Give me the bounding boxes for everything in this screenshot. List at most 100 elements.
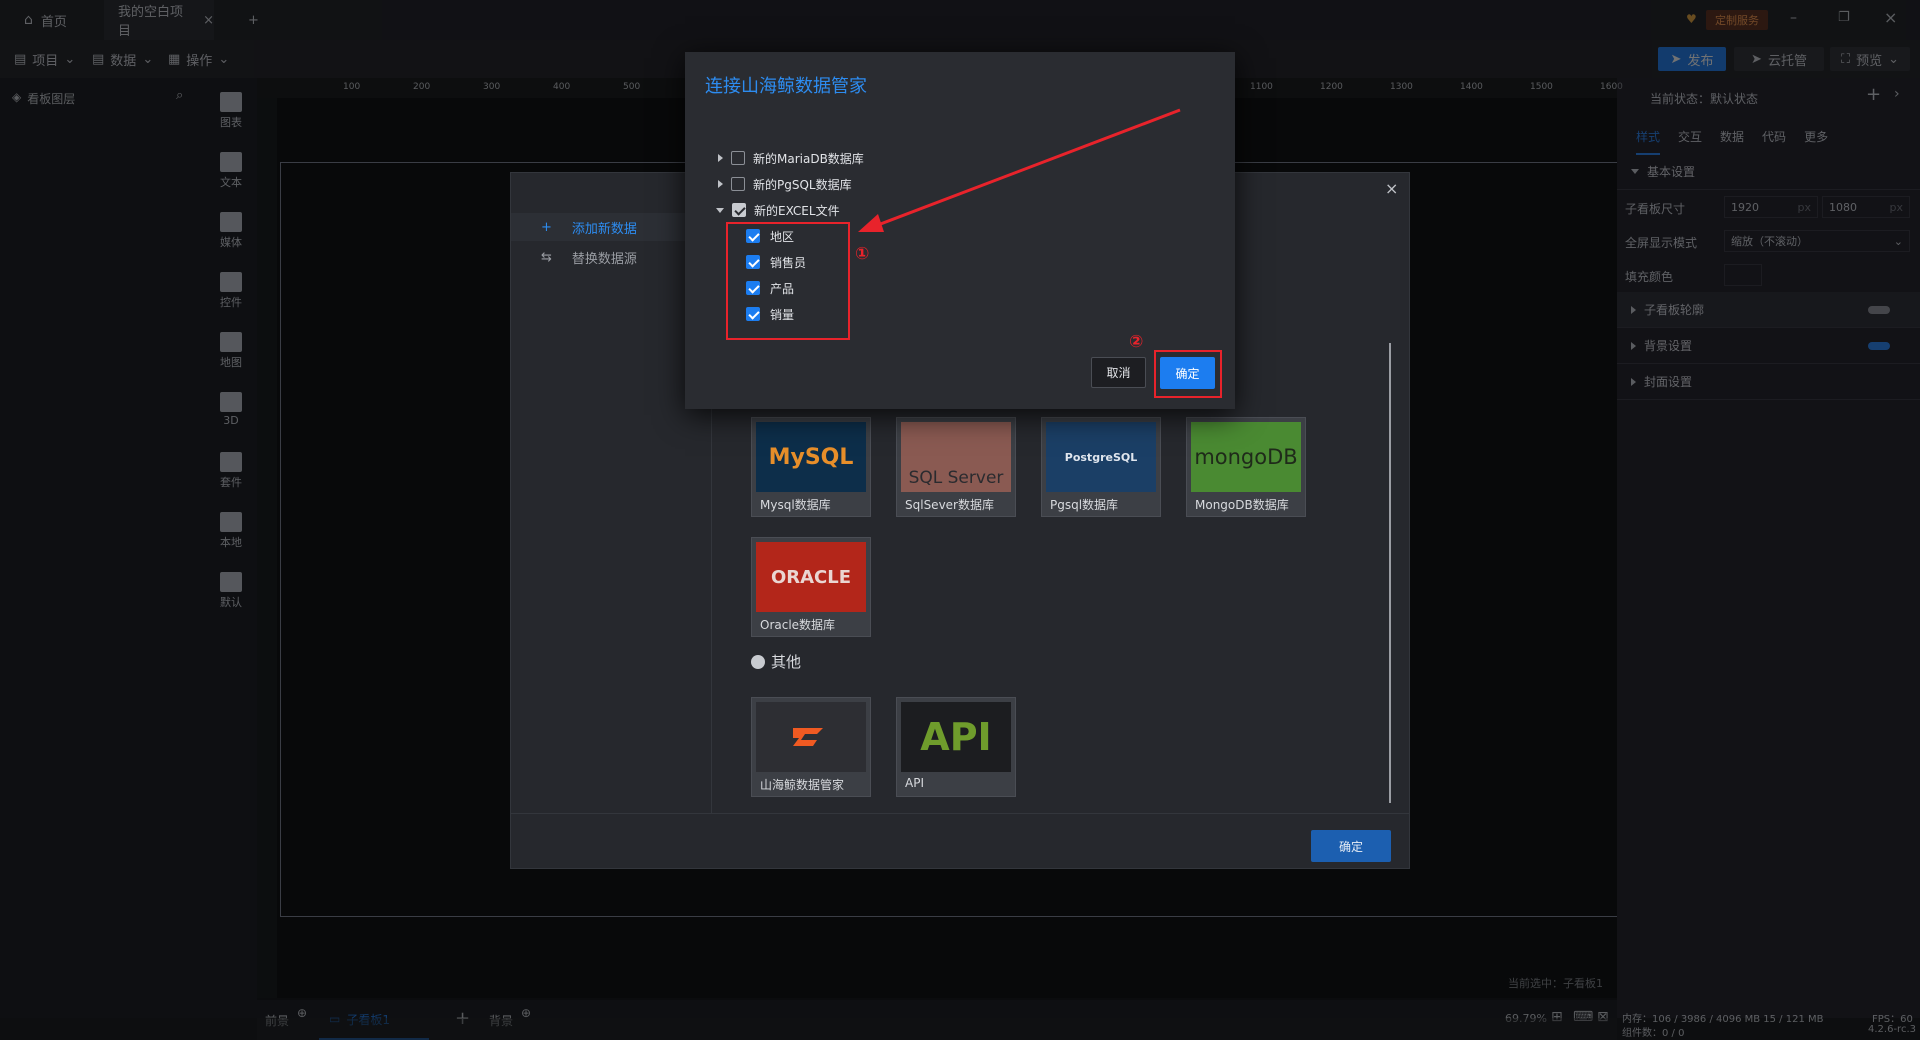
fullscreen-mode-select[interactable]: 缩放（不滚动） ⌄: [1724, 230, 1910, 252]
db-card-oracle[interactable]: ORACLE Oracle数据库: [751, 537, 871, 637]
add-state-icon[interactable]: +: [1866, 84, 1881, 105]
height-input[interactable]: 1080 px: [1822, 196, 1910, 218]
current-state-label: 当前状态：默认状态: [1650, 92, 1759, 106]
component-media[interactable]: 媒体: [205, 212, 257, 250]
version-label: 4.2.6-rc.3: [1868, 1024, 1916, 1035]
background-toggle[interactable]: [1868, 341, 1890, 350]
component-kit[interactable]: 套件: [205, 452, 257, 490]
new-tab-button[interactable]: +: [248, 0, 259, 40]
grid-icon: ▦: [168, 51, 181, 67]
close-tab-icon[interactable]: ×: [203, 13, 214, 28]
width-input[interactable]: 1920 px: [1724, 196, 1818, 218]
component-default[interactable]: 默认: [205, 572, 257, 610]
component-map-label: 地图: [220, 356, 242, 369]
component-3d[interactable]: 3D: [205, 392, 257, 427]
property-tabs: 样式 交互 数据 代码 更多: [1636, 128, 1828, 155]
component-chart[interactable]: 图表: [205, 92, 257, 130]
preview-button[interactable]: ⛶ 预览 ⌄: [1830, 47, 1910, 71]
confirm-button[interactable]: 确定: [1160, 357, 1215, 389]
source-row-excel[interactable]: 新的EXCEL文件: [716, 199, 840, 221]
tab-code[interactable]: 代码: [1762, 128, 1786, 155]
component-control[interactable]: 控件: [205, 272, 257, 310]
cloud-hosting-button[interactable]: ➤ 云托管: [1734, 47, 1824, 71]
sub-outline-section[interactable]: 子看板轮廓: [1617, 292, 1920, 328]
layer-panel: ◈ 看板图层 ⌕: [0, 78, 205, 1018]
sqlserver-logo: SQL Server: [901, 422, 1011, 492]
expand-arrow-icon[interactable]: [718, 180, 723, 188]
basic-settings-section[interactable]: 基本设置: [1617, 154, 1920, 190]
minimize-icon[interactable]: –: [1790, 10, 1804, 26]
height-value: 1080: [1829, 200, 1857, 214]
dialog-scrollbar[interactable]: [1389, 343, 1391, 803]
source-row-pgsql[interactable]: 新的PgSQL数据库: [718, 173, 852, 195]
other-section-heading: 其他: [751, 651, 801, 672]
replace-source-item[interactable]: ⇆ 替换数据源: [511, 243, 711, 271]
outline-toggle[interactable]: [1868, 305, 1890, 314]
tab-data[interactable]: 数据: [1720, 128, 1744, 155]
component-text-label: 文本: [220, 176, 242, 189]
close-window-icon[interactable]: ×: [1884, 8, 1898, 27]
db-card-mongodb[interactable]: mongoDB MongoDB数据库: [1186, 417, 1306, 517]
publish-label: 发布: [1687, 53, 1714, 69]
cover-settings-section[interactable]: 封面设置: [1617, 364, 1920, 400]
fullscreen-mode-label: 全屏显示模式: [1625, 236, 1698, 250]
excel-checkbox[interactable]: [732, 203, 746, 217]
ruler-tick: 100: [343, 82, 361, 92]
db-card-sqlserver[interactable]: SQL Server SqlSever数据库: [896, 417, 1016, 517]
chart-icon: [220, 572, 242, 592]
send-icon: ➤: [1751, 51, 1762, 67]
component-3d-label: 3D: [223, 414, 239, 427]
tab-more[interactable]: 更多: [1804, 128, 1828, 155]
media-icon: [220, 212, 242, 232]
chevron-down-icon: ⌄: [1893, 234, 1903, 248]
db-card-label: SqlSever数据库: [905, 498, 994, 512]
db-card-postgresql[interactable]: PostgreSQL Pgsql数据库: [1041, 417, 1161, 517]
source-label: 新的PgSQL数据库: [753, 177, 852, 192]
source-row-mariadb[interactable]: 新的MariaDB数据库: [718, 147, 864, 169]
pgsql-checkbox[interactable]: [731, 177, 745, 191]
tab-interaction[interactable]: 交互: [1678, 128, 1702, 155]
tab-style[interactable]: 样式: [1636, 128, 1661, 155]
publish-button[interactable]: ➤ 发布: [1658, 47, 1726, 71]
db-card-api[interactable]: API API: [896, 697, 1016, 797]
background-settings-section[interactable]: 背景设置: [1617, 328, 1920, 364]
menu-data[interactable]: ▤ 数据 ⌄: [92, 40, 153, 78]
project-tab-label: 我的空白项目: [118, 5, 184, 39]
home-tab[interactable]: ⌂ 首页: [24, 0, 67, 40]
chevron-down-icon: [1631, 169, 1639, 174]
component-text[interactable]: 文本: [205, 152, 257, 190]
cancel-button[interactable]: 取消: [1091, 357, 1146, 388]
db-card-label: 山海鲸数据管家: [760, 778, 845, 792]
chevron-down-icon: ⌄: [1888, 51, 1900, 67]
db-card-mysql[interactable]: MySQL Mysql数据库: [751, 417, 871, 517]
source-label: 新的MariaDB数据库: [753, 151, 864, 166]
project-tab[interactable]: 我的空白项目 ×: [104, 0, 214, 40]
db-card-shj-data-manager[interactable]: 山海鲸数据管家: [751, 697, 871, 797]
data-icon: ▤: [92, 51, 105, 67]
chevron-right-icon[interactable]: ›: [1894, 86, 1900, 102]
menu-operation[interactable]: ▦ 操作 ⌄: [168, 40, 229, 78]
add-new-data-item[interactable]: + 添加新数据: [511, 213, 711, 241]
component-kit-label: 套件: [220, 476, 242, 489]
mariadb-checkbox[interactable]: [731, 151, 745, 165]
expand-arrow-icon[interactable]: [718, 154, 723, 162]
close-dialog-icon[interactable]: ×: [1385, 179, 1398, 198]
menu-project[interactable]: ▤ 项目 ⌄: [14, 40, 75, 78]
properties-panel: [1617, 78, 1920, 1018]
component-local[interactable]: 本地: [205, 512, 257, 550]
current-selected-text: 当前选中：子看板1: [1508, 977, 1603, 990]
plus-icon: +: [541, 219, 552, 235]
restore-icon[interactable]: ❐: [1838, 10, 1852, 25]
title-bar: ⌂ 首页 我的空白项目 × + ♥ 定制服务 – ❐ ×: [0, 0, 1920, 40]
custom-service-badge[interactable]: 定制服务: [1706, 10, 1768, 30]
fps-counter: FPS：60: [1872, 1014, 1913, 1025]
dialog-footer-divider: [511, 813, 1409, 814]
ruler-tick: 500: [623, 82, 641, 92]
fill-color-picker[interactable]: [1724, 264, 1762, 286]
component-default-label: 默认: [220, 596, 242, 609]
data-source-confirm-button[interactable]: 确定: [1311, 830, 1391, 862]
collapse-arrow-icon[interactable]: [716, 207, 724, 213]
vertical-ruler: [257, 98, 277, 998]
component-map[interactable]: 地图: [205, 332, 257, 370]
search-icon[interactable]: ⌕: [176, 88, 183, 103]
